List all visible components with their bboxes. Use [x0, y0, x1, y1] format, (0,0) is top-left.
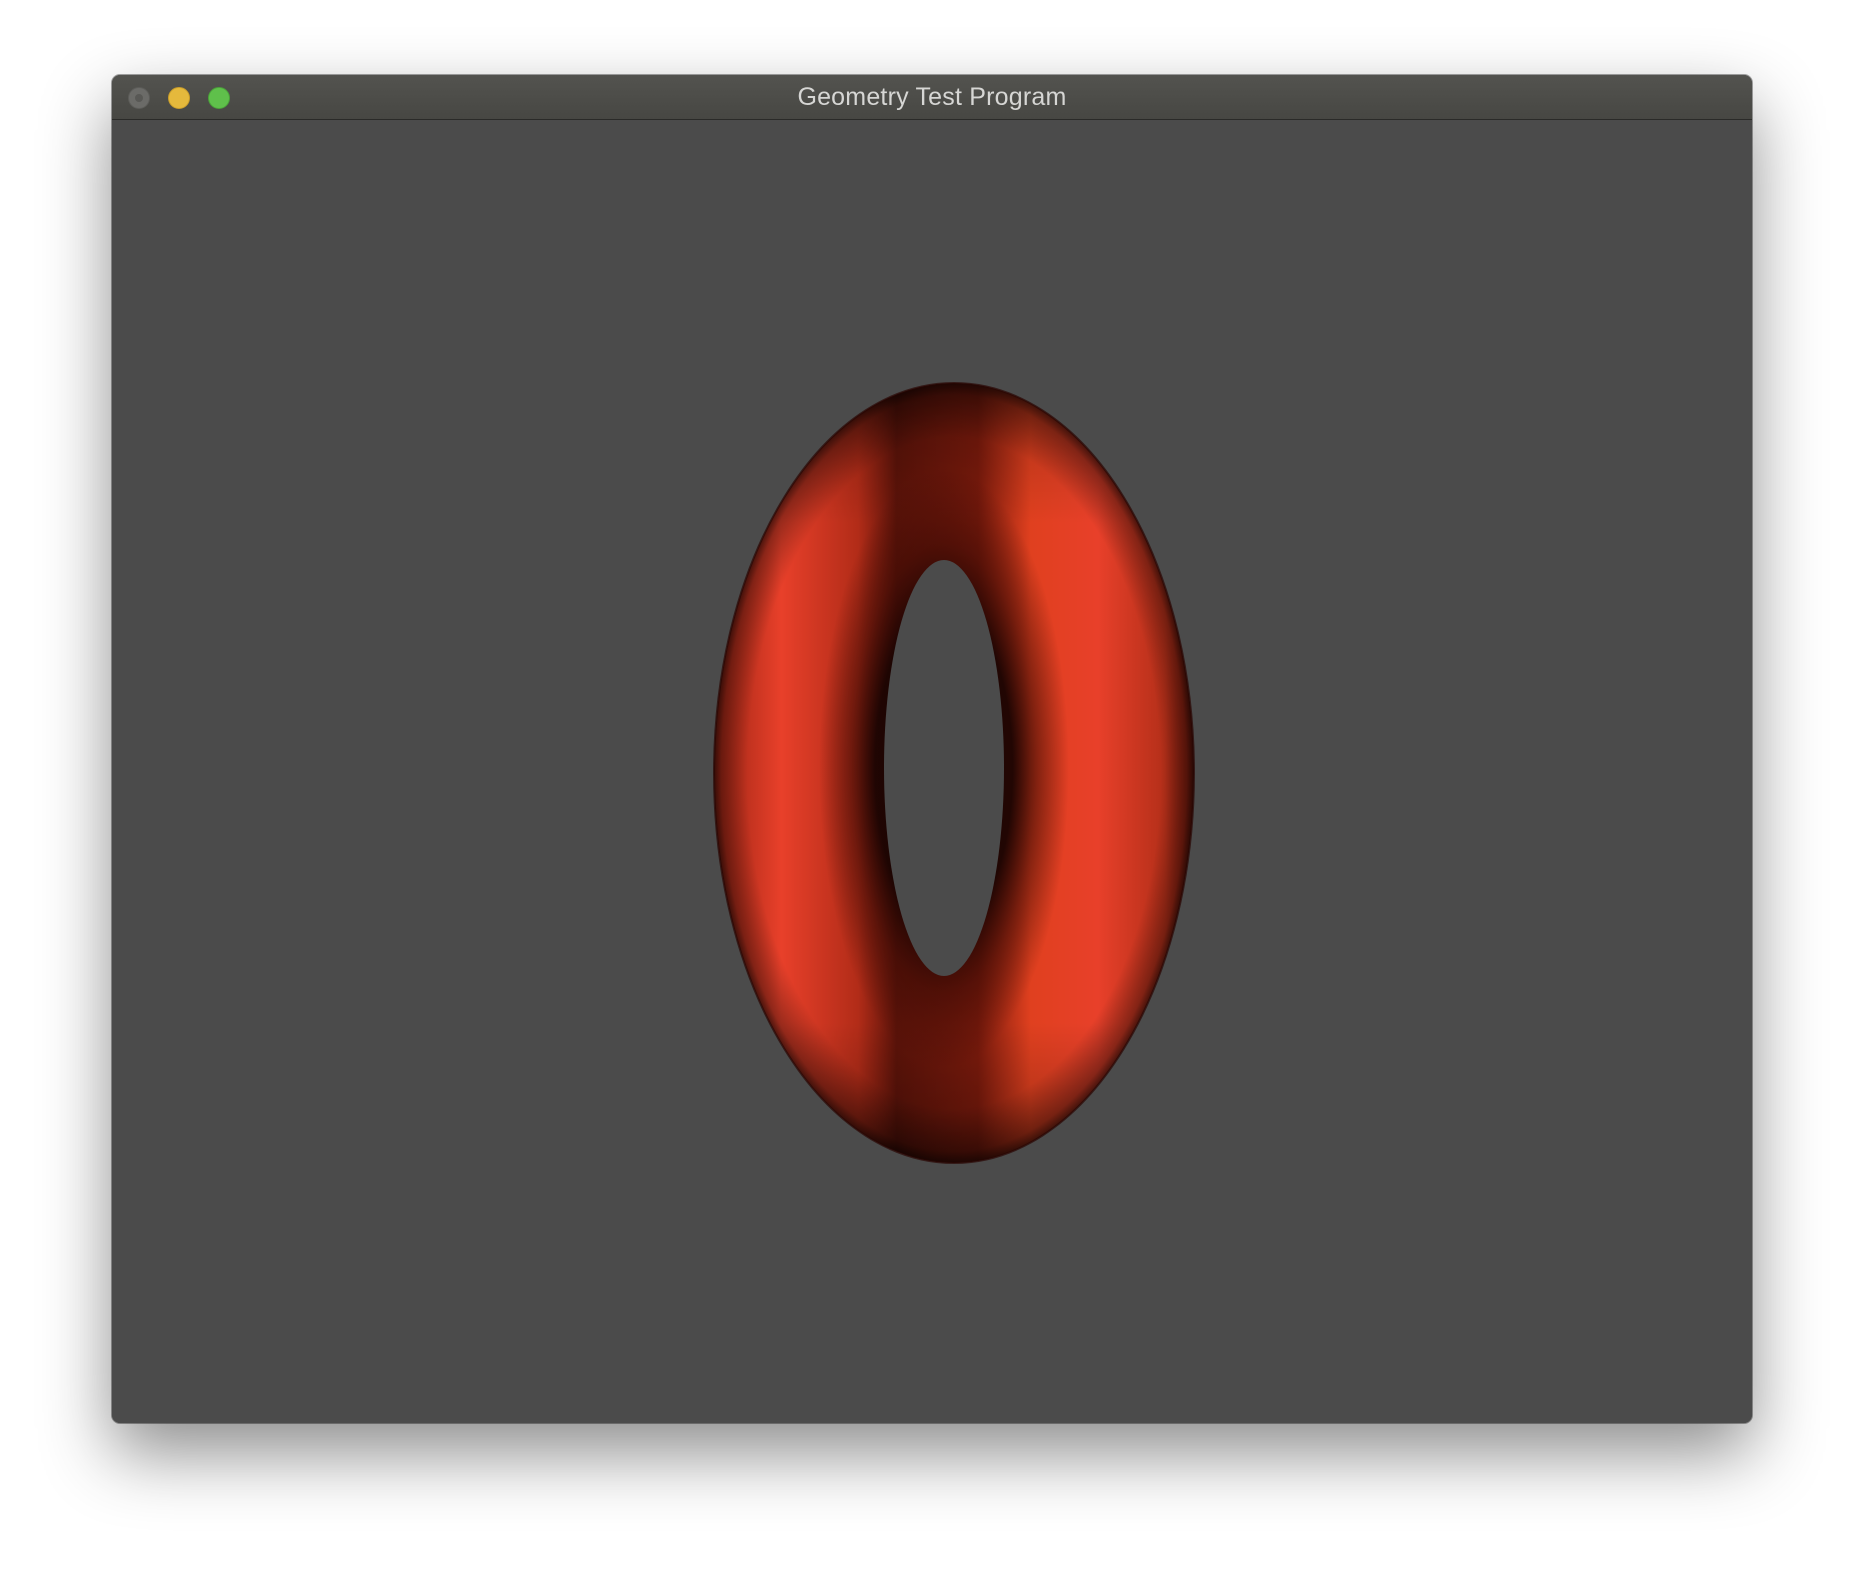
app-window: Geometry Test Program — [112, 75, 1752, 1423]
window-title: Geometry Test Program — [797, 83, 1067, 111]
render-viewport[interactable] — [112, 120, 1752, 1423]
title-bar[interactable]: Geometry Test Program — [112, 75, 1752, 120]
torus-render — [713, 382, 1195, 1164]
torus-ring — [714, 383, 1194, 1163]
